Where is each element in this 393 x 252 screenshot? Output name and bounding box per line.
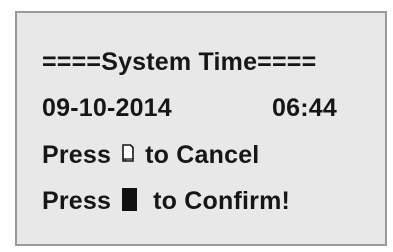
screen-title: ====System Time====: [42, 48, 317, 76]
cancel-instruction: Press to Cancel: [42, 140, 259, 170]
confirm-instruction: Press to Confirm!: [42, 186, 290, 216]
cancel-prefix: Press: [42, 141, 112, 169]
page-outline-icon: [122, 144, 134, 162]
confirm-prefix: Press: [42, 187, 112, 215]
lcd-screen: ====System Time==== 09-10-2014 06:44 Pre…: [15, 11, 387, 246]
datetime-row: 09-10-2014 06:44: [42, 93, 337, 123]
time-value: 06:44: [272, 94, 337, 122]
date-value: 09-10-2014: [42, 94, 172, 122]
confirm-suffix: to Confirm!: [153, 187, 291, 215]
cancel-suffix: to Cancel: [145, 141, 260, 169]
solid-square-icon: [122, 188, 138, 211]
